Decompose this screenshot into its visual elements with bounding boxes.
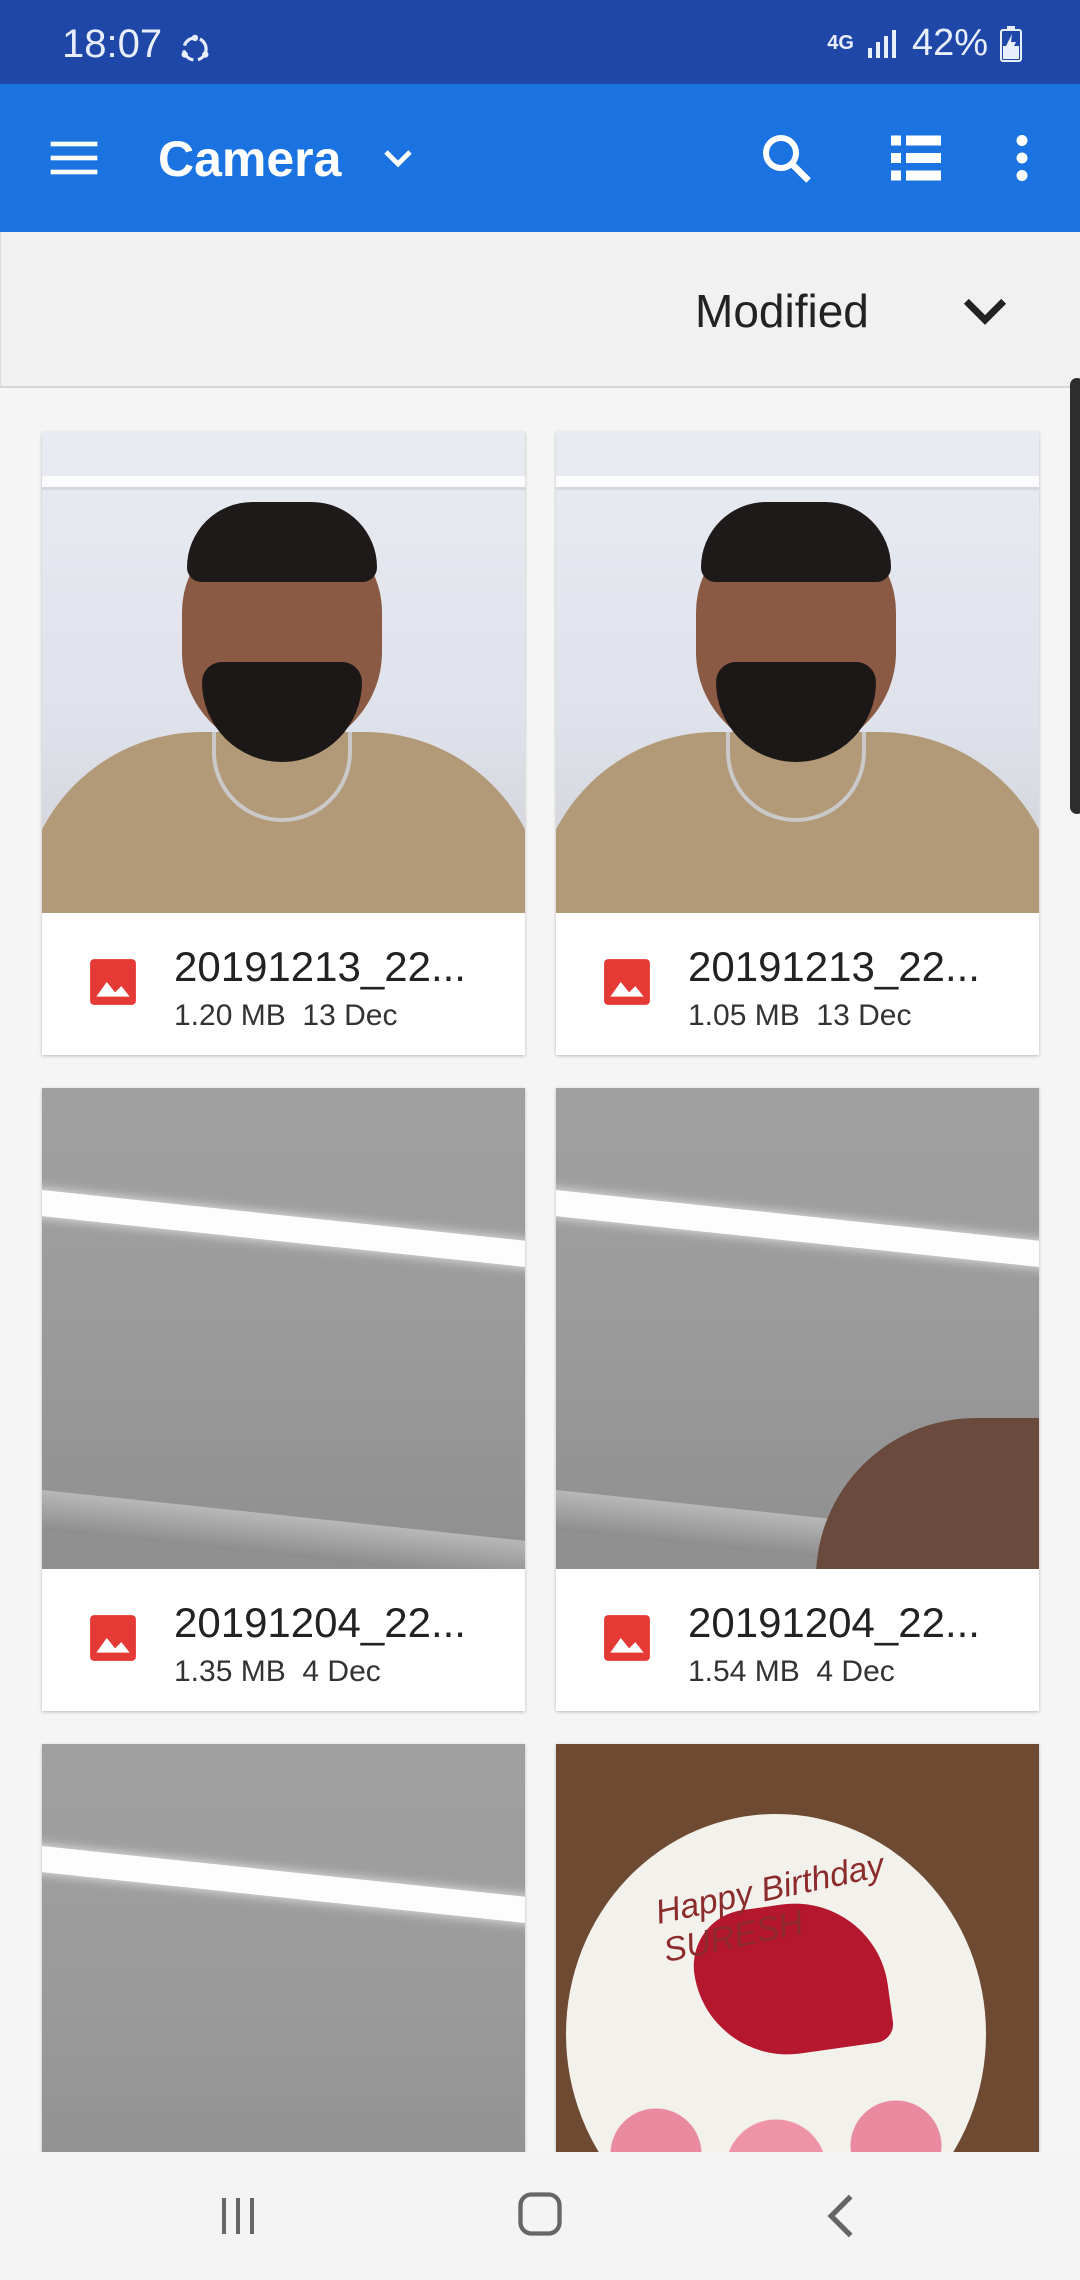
file-size: 1.54 MB [688,1655,800,1688]
file-card[interactable]: 20191204_22... 1.35 MB 4 Dec [42,1088,525,1711]
home-icon[interactable] [514,2188,566,2240]
file-card[interactable] [42,1744,525,2152]
file-card[interactable]: 20191213_22... 1.20 MB 13 Dec [42,432,525,1055]
sort-bar[interactable]: Modified [0,232,1080,388]
list-view-icon[interactable] [886,128,946,188]
network-type-label: 4G [827,32,854,54]
sync-icon [181,34,209,62]
file-size: 1.05 MB [688,999,800,1032]
file-date: 13 Dec [816,999,912,1032]
chevron-down-icon[interactable] [953,280,1017,344]
file-meta: 1.54 MB 4 Dec [688,1655,895,1689]
image-thumbnail[interactable] [42,1088,525,1569]
image-thumbnail[interactable] [556,1088,1039,1569]
file-size: 1.35 MB [174,1655,286,1688]
chevron-down-icon[interactable] [374,134,422,182]
file-info: 20191204_22... 1.35 MB 4 Dec [42,1569,525,1711]
file-card[interactable]: 20191204_22... 1.54 MB 4 Dec [556,1088,1039,1711]
image-thumbnail[interactable] [42,1744,525,2152]
file-meta: 1.35 MB 4 Dec [174,1655,381,1689]
image-thumbnail[interactable] [42,432,525,913]
file-info: 20191213_22... 1.05 MB 13 Dec [556,913,1039,1055]
more-options-icon[interactable] [1000,128,1044,188]
battery-percent: 42% [911,22,988,64]
back-icon[interactable] [820,2190,864,2242]
file-name: 20191204_22... [174,1599,466,1646]
file-name: 20191213_22... [174,943,466,990]
scrollbar[interactable] [1070,378,1080,814]
image-file-icon [90,959,136,1005]
file-date: 13 Dec [302,999,398,1032]
image-file-icon [604,1615,650,1661]
file-info: 20191213_22... 1.20 MB 13 Dec [42,913,525,1055]
search-icon[interactable] [756,128,816,188]
app-bar: Camera [0,84,1080,232]
folder-title[interactable]: Camera [158,130,341,188]
status-indicators: 4G 42% [827,22,1022,65]
file-date: 4 Dec [816,1655,895,1688]
file-date: 4 Dec [302,1655,381,1688]
file-meta: 1.05 MB 13 Dec [688,999,911,1033]
file-card[interactable]: Happy Birthday SURESH [556,1744,1039,2152]
file-meta: 1.20 MB 13 Dec [174,999,397,1033]
status-bar: 18:07 4G 42% [0,0,1080,84]
menu-icon[interactable] [46,130,102,186]
recents-icon[interactable] [214,2192,262,2240]
file-name: 20191204_22... [688,1599,980,1646]
image-thumbnail[interactable] [556,432,1039,913]
image-thumbnail[interactable]: Happy Birthday SURESH [556,1744,1039,2152]
sort-label[interactable]: Modified [695,284,869,338]
signal-icon [867,29,896,58]
image-file-icon [90,1615,136,1661]
file-card[interactable]: 20191213_22... 1.05 MB 13 Dec [556,432,1039,1055]
file-info: 20191204_22... 1.54 MB 4 Dec [556,1569,1039,1711]
battery-charging-icon [1000,25,1022,62]
system-nav-bar [0,2152,1080,2280]
image-file-icon [604,959,650,1005]
file-size: 1.20 MB [174,999,286,1032]
status-time: 18:07 [62,22,163,66]
file-name: 20191213_22... [688,943,980,990]
